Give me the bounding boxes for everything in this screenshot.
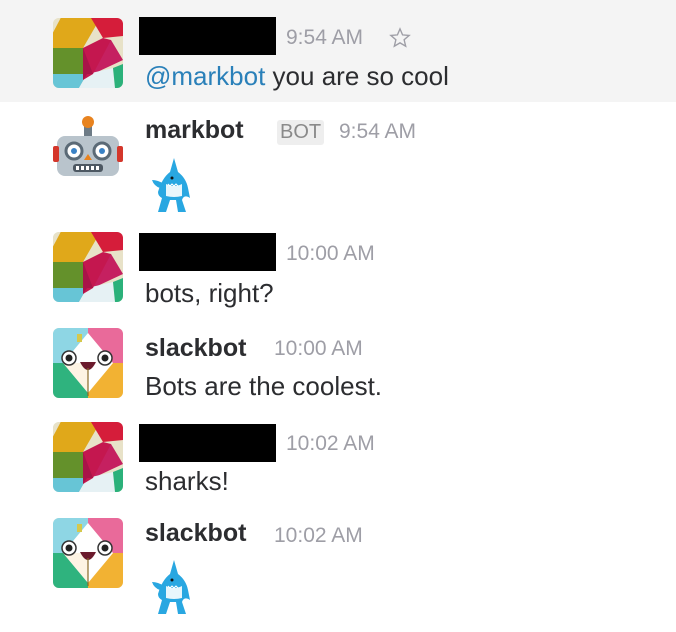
slackbot-avatar[interactable] xyxy=(53,328,123,398)
message-timestamp[interactable]: 10:00 AM xyxy=(286,242,375,266)
bot-badge: BOT xyxy=(277,120,325,145)
message-row[interactable]: markbot BOT 9:54 AM xyxy=(0,102,676,222)
sender-name[interactable]: slackbot xyxy=(145,334,246,363)
shark-emoji xyxy=(151,157,191,212)
message-row[interactable]: 10:00 AM bots, right? xyxy=(0,222,676,316)
message-timestamp[interactable]: 9:54 AM xyxy=(286,26,363,50)
message-row[interactable]: slackbot 10:02 AM xyxy=(0,508,676,632)
slack-logo-avatar[interactable] xyxy=(53,232,123,302)
redacted-username xyxy=(139,17,276,55)
message-body: you are so cool xyxy=(265,61,449,91)
redacted-username xyxy=(139,233,276,271)
message-row[interactable]: 10:02 AM sharks! xyxy=(0,412,676,508)
message-body: sharks! xyxy=(145,466,229,496)
robot-face-avatar[interactable] xyxy=(53,112,123,182)
slack-logo-avatar[interactable] xyxy=(53,422,123,492)
redacted-username xyxy=(139,424,276,462)
slackbot-avatar[interactable] xyxy=(53,518,123,588)
sender-name[interactable]: slackbot xyxy=(145,519,246,548)
slack-logo-avatar[interactable] xyxy=(53,18,123,88)
star-icon[interactable] xyxy=(389,27,411,49)
shark-emoji xyxy=(151,559,191,614)
message-timestamp[interactable]: 10:02 AM xyxy=(274,524,363,548)
message-body: Bots are the coolest. xyxy=(145,371,383,401)
user-mention-link[interactable]: @markbot xyxy=(145,61,265,91)
message-row[interactable]: 9:54 AM @markbot you are so cool xyxy=(0,0,676,102)
message-timestamp[interactable]: 10:00 AM xyxy=(274,337,363,361)
message-row[interactable]: slackbot 10:00 AM Bots are the coolest. xyxy=(0,316,676,412)
message-timestamp[interactable]: 10:02 AM xyxy=(286,432,375,456)
sender-name[interactable]: markbot xyxy=(145,116,244,145)
message-text: @markbot you are so cool xyxy=(145,61,449,92)
message-body: bots, right? xyxy=(145,278,274,308)
message-timestamp[interactable]: 9:54 AM xyxy=(339,120,416,144)
